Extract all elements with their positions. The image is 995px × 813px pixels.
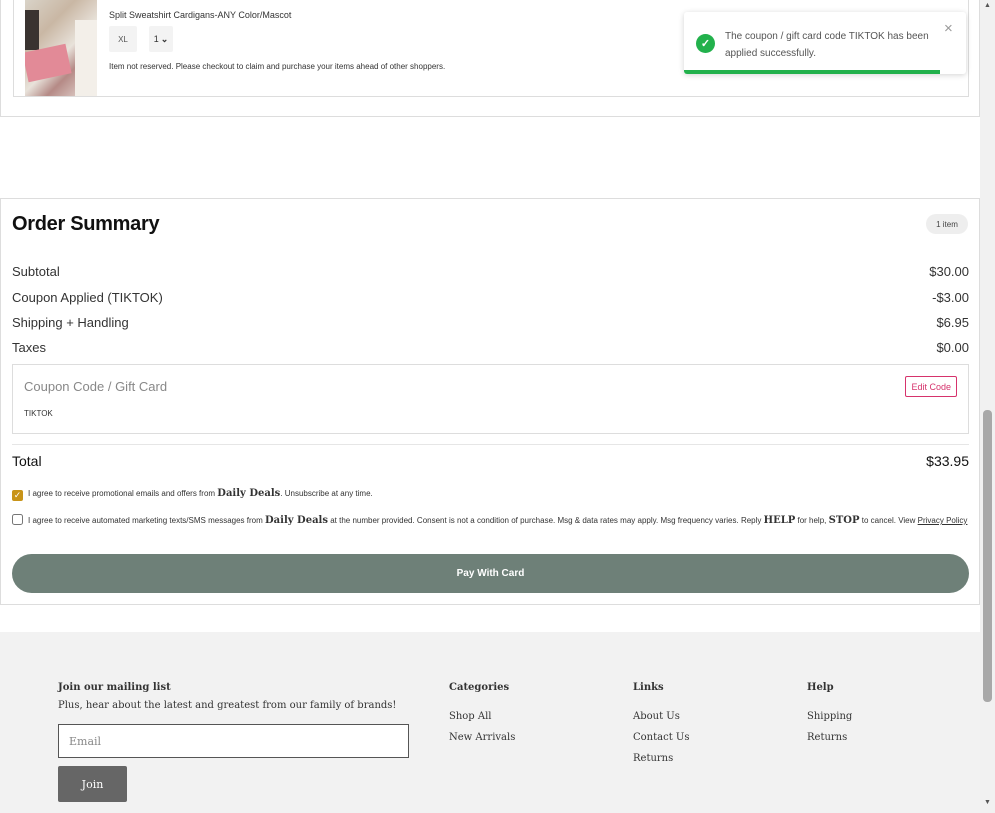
close-icon[interactable]: ×: [944, 20, 953, 37]
coupon-label: Coupon Code / Gift Card: [24, 379, 168, 394]
scroll-down-arrow-icon[interactable]: ▼: [984, 799, 991, 806]
size-badge: XL: [109, 26, 137, 52]
footer: Join our mailing list Plus, hear about t…: [0, 632, 980, 813]
toast-progress-bar: [684, 70, 940, 74]
links-title: Links: [633, 682, 664, 693]
total-row: Total $33.95: [12, 453, 969, 469]
total-value: $33.95: [926, 453, 969, 469]
order-summary-title: Order Summary: [12, 213, 160, 235]
footer-link-about-us[interactable]: About Us: [633, 711, 680, 722]
scroll-up-arrow-icon[interactable]: ▲: [984, 2, 991, 9]
footer-link-returns[interactable]: Returns: [633, 753, 673, 764]
toast-message: The coupon / gift card code TIKTOK has b…: [725, 31, 929, 59]
brand-name: Daily Deals: [265, 515, 328, 526]
footer-link-contact-us[interactable]: Contact Us: [633, 732, 689, 743]
taxes-row: Taxes $0.00: [12, 340, 969, 355]
item-count-badge: 1 item: [926, 214, 968, 234]
footer-link-shop-all[interactable]: Shop All: [449, 711, 492, 722]
footer-link-shipping[interactable]: Shipping: [807, 711, 852, 722]
row-label: Taxes: [12, 340, 46, 355]
row-value: -$3.00: [932, 290, 969, 305]
scrollbar-thumb[interactable]: [983, 410, 992, 702]
email-consent: ✓ I agree to receive promotional emails a…: [12, 488, 373, 501]
chevron-down-icon: ⌄: [160, 33, 169, 44]
check-circle-icon: ✓: [696, 34, 715, 53]
quantity-value: 1: [153, 34, 159, 44]
row-label: Coupon Applied (TIKTOK): [12, 290, 163, 305]
footer-link-new-arrivals[interactable]: New Arrivals: [449, 732, 515, 743]
join-button[interactable]: Join: [58, 766, 127, 802]
order-summary: Order Summary 1 item Subtotal $30.00 Cou…: [0, 198, 980, 605]
mailing-list-subtitle: Plus, hear about the latest and greatest…: [58, 700, 397, 711]
brand-name: Daily Deals: [217, 488, 281, 499]
applied-coupon-code: TIKTOK: [24, 409, 53, 418]
total-label: Total: [12, 453, 42, 469]
row-value: $0.00: [936, 340, 969, 355]
email-field[interactable]: [58, 724, 409, 758]
help-title: Help: [807, 682, 834, 693]
sms-consent-checkbox[interactable]: [12, 514, 23, 525]
mailing-list-title: Join our mailing list: [58, 682, 171, 693]
row-label: Shipping + Handling: [12, 315, 129, 330]
categories-title: Categories: [449, 682, 510, 693]
page: Split Sweatshirt Cardigans-ANY Color/Mas…: [0, 0, 980, 813]
success-toast: ✓ The coupon / gift card code TIKTOK has…: [684, 12, 966, 74]
product-thumbnail[interactable]: [25, 0, 97, 96]
subtotal-row: Subtotal $30.00: [12, 264, 969, 279]
privacy-policy-link[interactable]: Privacy Policy: [918, 516, 968, 525]
edit-code-button[interactable]: Edit Code: [905, 376, 957, 397]
quantity-select[interactable]: 1 ⌄: [149, 26, 173, 52]
coupon-row: Coupon Applied (TIKTOK) -$3.00: [12, 290, 969, 305]
email-consent-checkbox[interactable]: ✓: [12, 490, 23, 501]
footer-link-help-returns[interactable]: Returns: [807, 732, 847, 743]
shipping-row: Shipping + Handling $6.95: [12, 315, 969, 330]
row-value: $6.95: [936, 315, 969, 330]
row-label: Subtotal: [12, 264, 60, 279]
pay-with-card-button[interactable]: Pay With Card: [12, 554, 969, 593]
divider: [12, 444, 969, 445]
product-name: Split Sweatshirt Cardigans-ANY Color/Mas…: [109, 10, 292, 20]
coupon-box: Coupon Code / Gift Card TIKTOK Edit Code: [12, 364, 969, 434]
page-scrollbar[interactable]: ▲ ▼: [980, 0, 995, 813]
row-value: $30.00: [929, 264, 969, 279]
reserve-note: Item not reserved. Please checkout to cl…: [109, 62, 446, 71]
sms-consent: I agree to receive automated marketing t…: [12, 514, 969, 528]
